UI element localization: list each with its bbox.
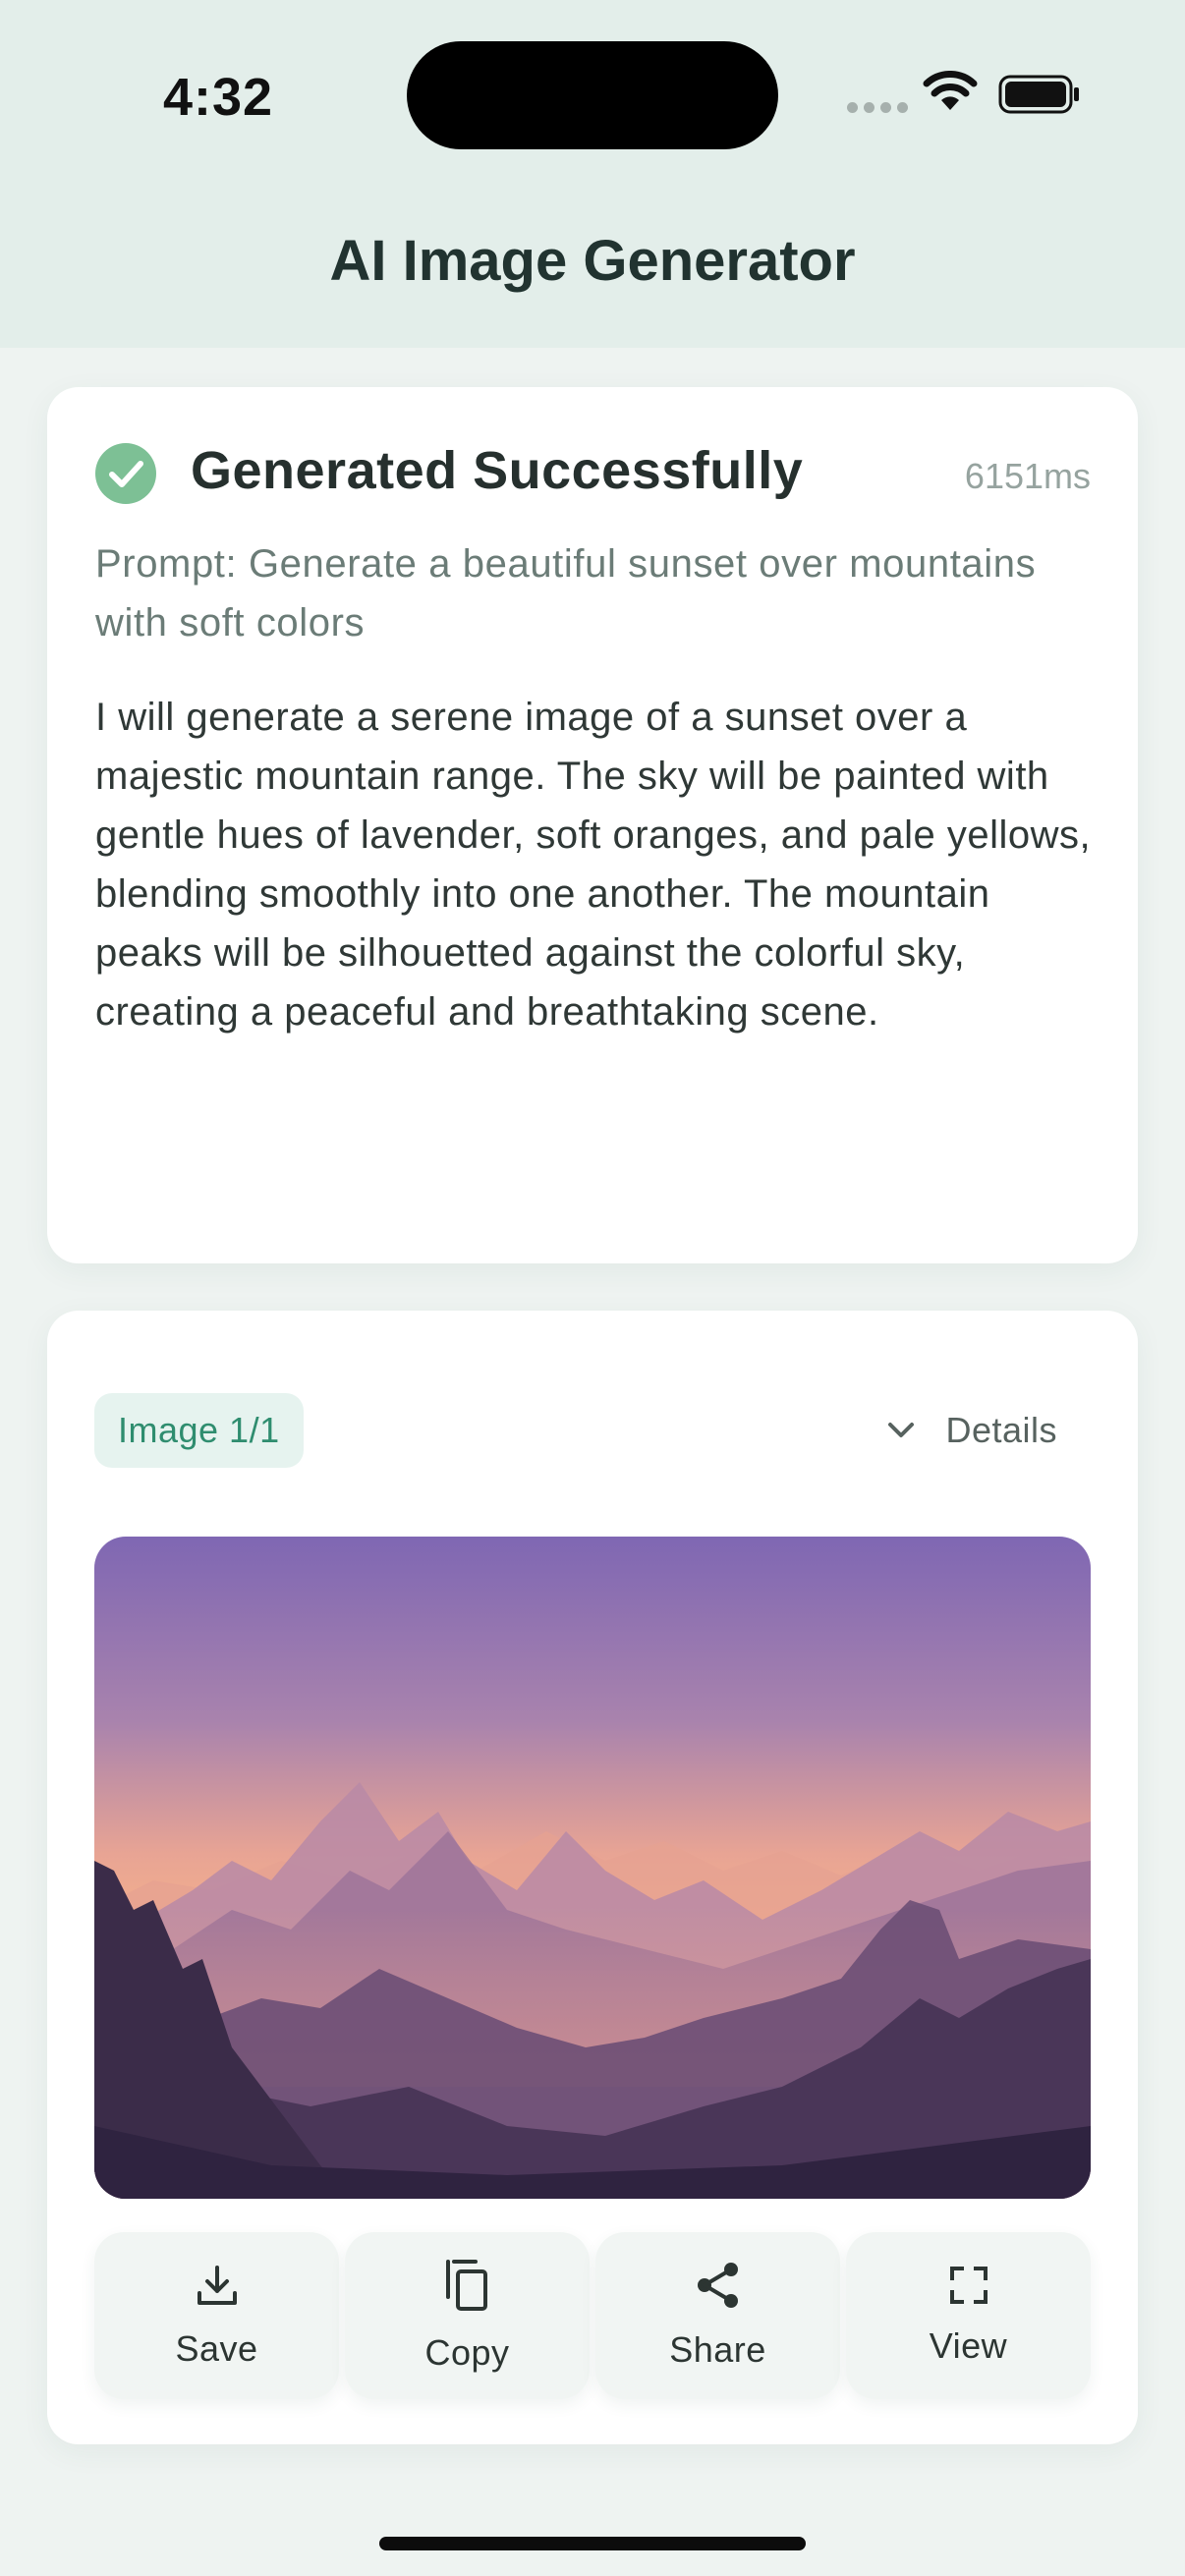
details-toggle[interactable]: Details [886,1393,1057,1468]
dynamic-island [407,41,778,149]
view-button[interactable]: View [846,2232,1091,2399]
download-icon [197,2266,237,2305]
result-status-title: Generated Successfully [191,441,804,500]
image-card: Image 1/1 Details Save Copy Share View [47,1311,1138,2444]
share-label: Share [669,2329,766,2370]
battery-icon [998,75,1079,114]
image-counter-badge: Image 1/1 [94,1393,304,1468]
share-button[interactable]: Share [595,2232,840,2399]
result-card: Generated Successfully 6151ms Prompt: Ge… [47,387,1138,1263]
chevron-down-icon [888,1423,915,1437]
save-label: Save [175,2328,258,2369]
result-description: I will generate a serene image of a suns… [95,696,1092,1034]
copy-label: Copy [424,2332,510,2373]
share-icon [697,2263,738,2308]
status-bar: 4:32 [0,0,1185,196]
success-check-icon [95,443,156,504]
page-title: AI Image Generator [329,229,856,293]
save-button[interactable]: Save [94,2232,339,2399]
view-label: View [929,2325,1008,2366]
wifi-icon [923,71,978,110]
sunset-mountains-image [94,1537,1091,2199]
status-time: 4:32 [163,68,274,127]
generation-duration: 6151ms [964,456,1091,496]
fullscreen-icon [949,2267,988,2304]
cellular-signal-icon [847,102,908,113]
prompt-text: Prompt: Generate a beautiful sunset over… [95,542,1037,644]
copy-icon [445,2260,487,2311]
details-label: Details [945,1410,1057,1450]
generated-image[interactable] [94,1537,1091,2199]
copy-button[interactable]: Copy [345,2232,590,2399]
home-indicator[interactable] [379,2537,806,2550]
image-actions: Save Copy Share View [94,2232,1091,2399]
app-header: AI Image Generator [0,196,1185,348]
